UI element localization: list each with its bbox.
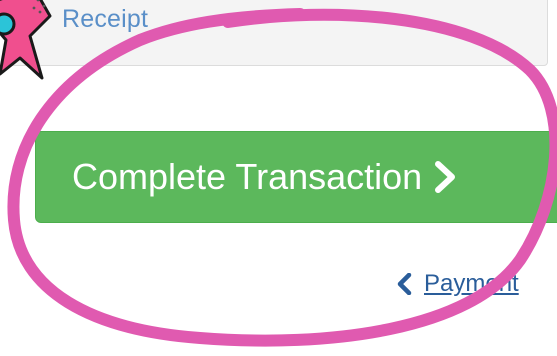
- receipt-panel: Receipt: [8, 0, 548, 66]
- receipt-link[interactable]: Receipt: [62, 5, 148, 34]
- checkout-screen: Receipt Complete Transaction Payment: [0, 0, 557, 356]
- complete-transaction-button[interactable]: Complete Transaction: [35, 131, 557, 223]
- payment-link-label: Payment: [424, 270, 519, 297]
- complete-transaction-label: Complete Transaction: [72, 156, 423, 197]
- chevron-left-icon: [397, 273, 412, 295]
- payment-back-link[interactable]: Payment: [396, 270, 519, 298]
- chevron-right-icon: [435, 161, 456, 193]
